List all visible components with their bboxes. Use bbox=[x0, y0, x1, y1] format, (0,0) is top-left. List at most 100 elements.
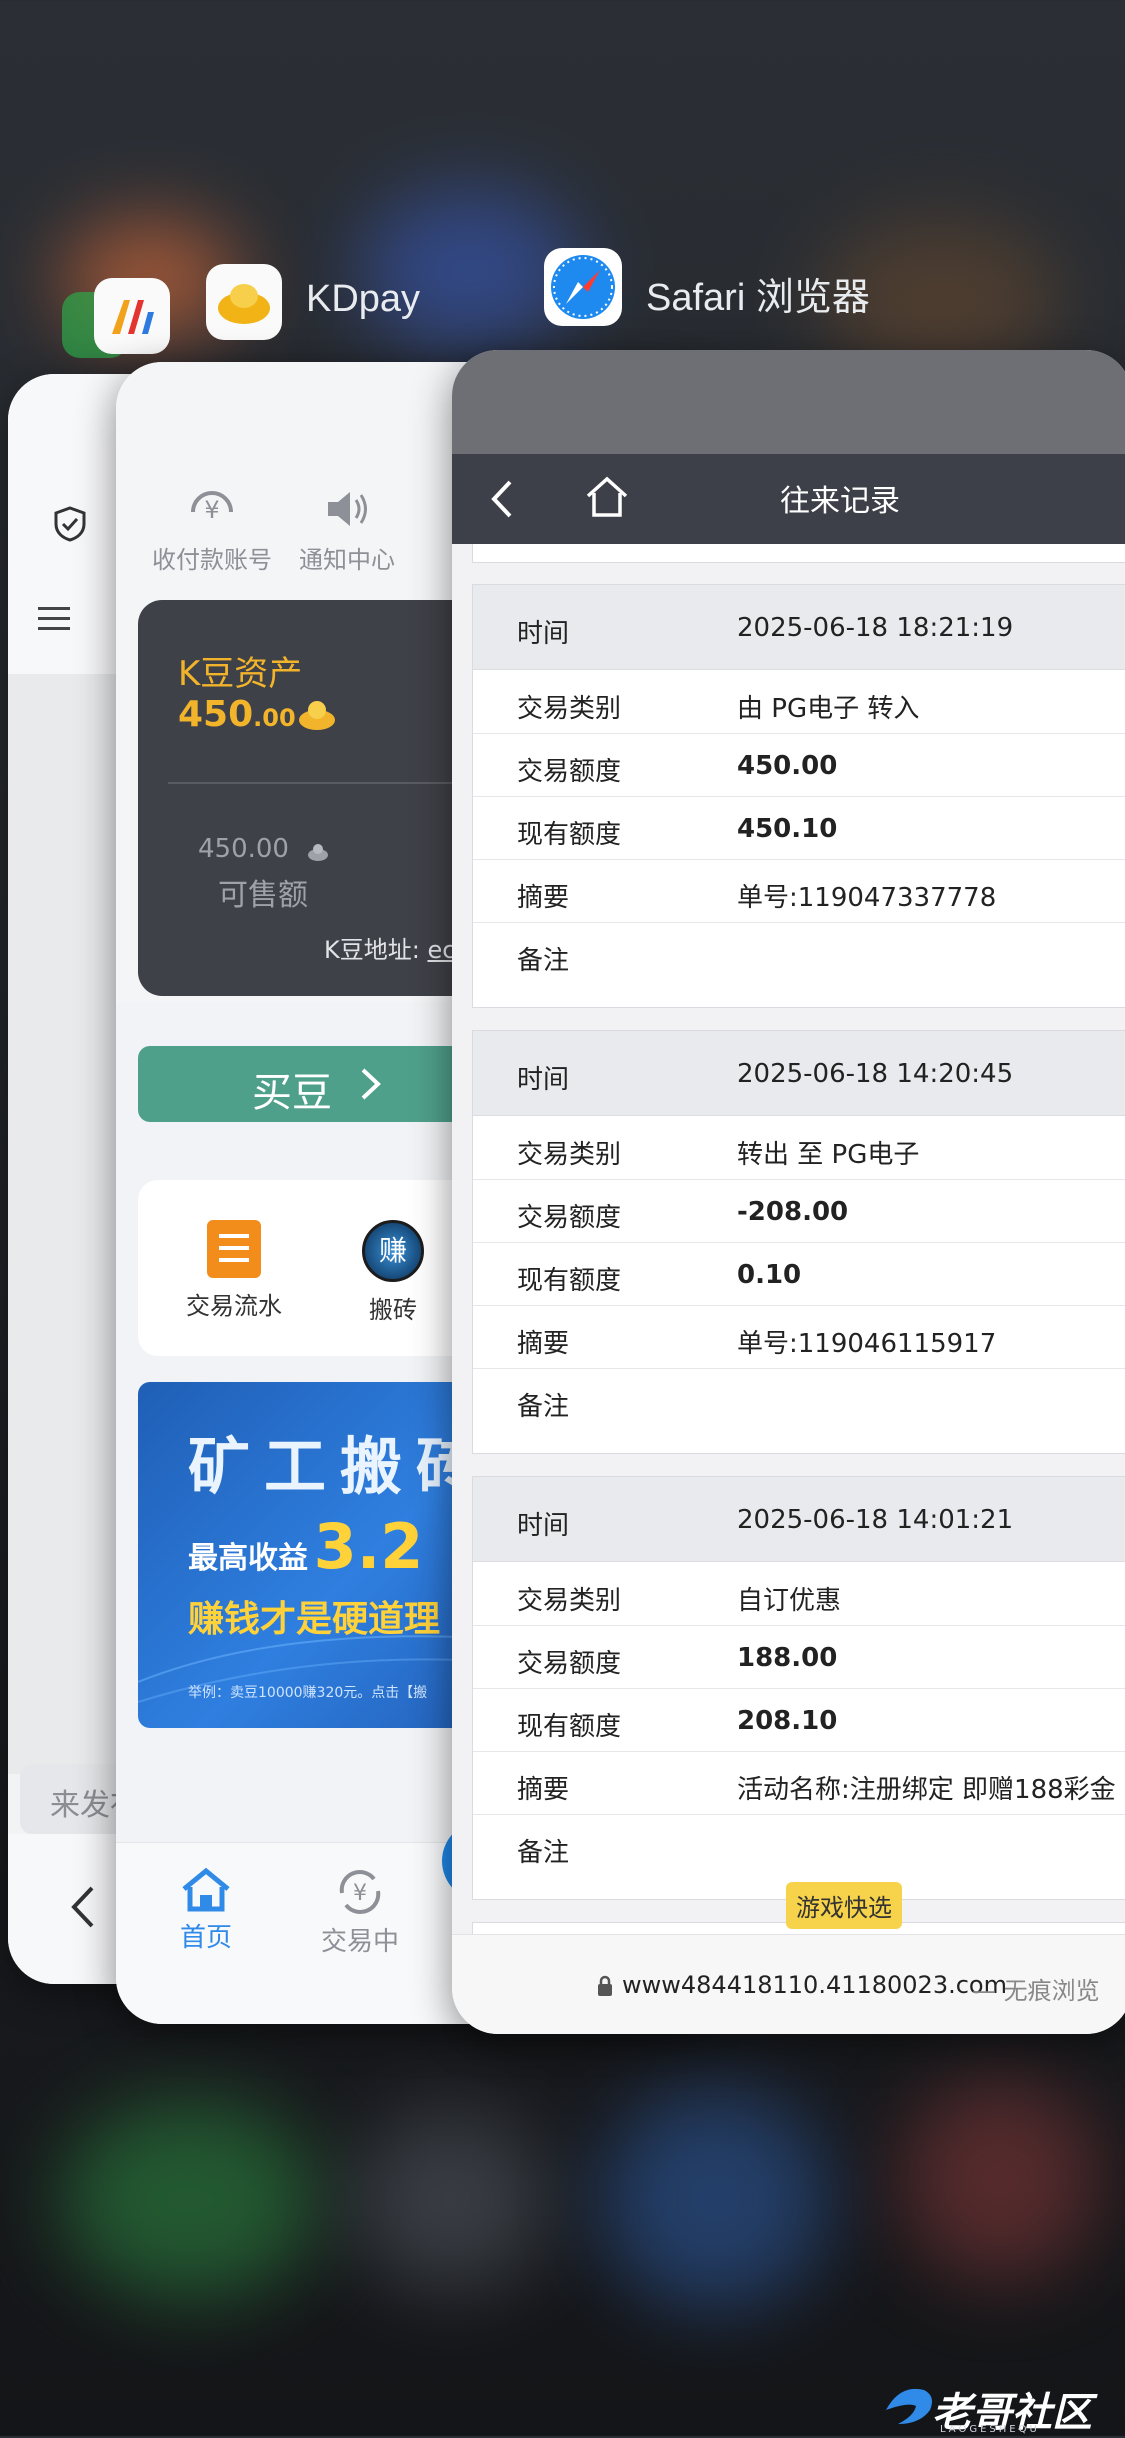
row-value: 由 PG电子 转入 bbox=[737, 694, 920, 724]
tab-trading-label: 交易中 bbox=[320, 1927, 399, 1957]
row-value: 转出 至 PG电子 bbox=[737, 1140, 920, 1170]
kdpay-app-icon[interactable] bbox=[206, 264, 282, 340]
app-glyph-icon bbox=[112, 300, 154, 334]
row-key: 备注 bbox=[517, 946, 570, 976]
background-blur bbox=[60, 2100, 320, 2300]
row-key: 摘要 bbox=[517, 883, 570, 913]
notification-center-button[interactable]: 通知中心 bbox=[272, 482, 422, 575]
payment-accounts-button[interactable]: ¥ 收付款账号 bbox=[132, 482, 292, 575]
background-blur bbox=[350, 2110, 550, 2290]
row-key: 现有额度 bbox=[517, 1712, 622, 1742]
safari-app-icon[interactable] bbox=[544, 248, 622, 326]
address-label: K豆地址: bbox=[324, 936, 420, 964]
row-value: 188.00 bbox=[737, 1643, 838, 1673]
time-value: 2025-06-18 18:21:19 bbox=[737, 613, 1014, 643]
time-value: 2025-06-18 14:01:21 bbox=[737, 1505, 1014, 1535]
row-key: 交易额度 bbox=[517, 757, 622, 787]
back-chevron-icon[interactable] bbox=[68, 1884, 98, 1930]
dragon-logo-icon bbox=[886, 2388, 932, 2424]
list-icon bbox=[207, 1220, 261, 1278]
background-blur bbox=[900, 2080, 1100, 2280]
earn-button[interactable]: 赚 搬砖 bbox=[338, 1220, 448, 1325]
page-title: 往来记录 bbox=[780, 484, 900, 519]
row-value: 450.10 bbox=[737, 814, 838, 844]
row-key: 交易额度 bbox=[517, 1203, 622, 1233]
asset-title: K豆资产 bbox=[178, 654, 303, 694]
row-value: -208.00 bbox=[737, 1197, 849, 1227]
row-value: 活动名称:注册绑定 即赠188彩金 bbox=[737, 1775, 1116, 1805]
record-row: 摘要 单号:119046115917 bbox=[473, 1305, 1125, 1369]
record-row: 备注 bbox=[473, 1814, 1125, 1877]
tab-trading[interactable]: ¥ 交易中 bbox=[300, 1867, 420, 1958]
lock-icon bbox=[598, 1975, 612, 1996]
banner-footnote: 举例：卖豆10000赚320元。点击【搬 bbox=[188, 1685, 428, 1701]
watermark-logo: 老哥社区 LAOGESHEQU bbox=[880, 2380, 1120, 2436]
row-key: 交易额度 bbox=[517, 1649, 622, 1679]
speaker-icon bbox=[328, 492, 367, 526]
safari-app-label: Safari 浏览器 bbox=[646, 277, 870, 319]
chevron-right-icon bbox=[361, 1068, 381, 1100]
k-bean-address[interactable]: K豆地址: ec bbox=[324, 930, 455, 965]
safari-app-card[interactable]: 往来记录 时间 2025-06-18 18:21:19 交易类别 由 PG电子 … bbox=[452, 350, 1125, 2034]
record-time-row: 时间 2025-06-18 14:01:21 bbox=[473, 1477, 1125, 1562]
row-value: 450.00 bbox=[737, 751, 838, 781]
row-value: 自订优惠 bbox=[737, 1586, 842, 1616]
available-label: 可售额 bbox=[218, 878, 308, 913]
row-value: 单号:119046115917 bbox=[737, 1329, 997, 1359]
row-key: 交易类别 bbox=[517, 694, 622, 724]
game-quick-select-button[interactable]: 游戏快选 bbox=[786, 1882, 902, 1929]
svg-text:¥: ¥ bbox=[204, 496, 219, 524]
banner-title: 矿工搬砖 bbox=[188, 1430, 493, 1503]
record-row: 现有额度 0.10 bbox=[473, 1242, 1125, 1306]
row-key: 摘要 bbox=[517, 1775, 570, 1805]
gold-ingot-icon bbox=[299, 701, 335, 730]
watermark-subtext: LAOGESHEQU bbox=[940, 2424, 1040, 2435]
exchange-yen-icon: ¥ bbox=[339, 1870, 381, 1914]
record-row: 摘要 活动名称:注册绑定 即赠188彩金 bbox=[473, 1751, 1125, 1815]
transaction-flow-button[interactable]: 交易流水 bbox=[164, 1220, 304, 1321]
notification-center-label: 通知中心 bbox=[299, 546, 395, 574]
gold-ingot-icon bbox=[218, 284, 270, 324]
gold-ingot-small-icon bbox=[308, 844, 328, 861]
menu-icon[interactable] bbox=[36, 604, 72, 634]
transaction-flow-label: 交易流水 bbox=[186, 1292, 282, 1320]
url-text: www484418110.41180023.com bbox=[622, 1971, 1007, 1999]
kdpay-app-label: KDpay bbox=[306, 278, 421, 320]
payment-accounts-label: 收付款账号 bbox=[152, 546, 272, 574]
record-row: 摘要 单号:119047337778 bbox=[473, 859, 1125, 923]
row-key: 交易类别 bbox=[517, 1140, 622, 1170]
record-row: 交易额度 188.00 bbox=[473, 1625, 1125, 1689]
earn-icon: 赚 bbox=[362, 1220, 424, 1282]
home-icon bbox=[182, 1867, 230, 1912]
record-row: 现有额度 208.10 bbox=[473, 1688, 1125, 1752]
safari-nav-bar: 往来记录 bbox=[452, 454, 1125, 544]
svg-text:¥: ¥ bbox=[353, 1881, 367, 1906]
records-list: 时间 2025-06-18 18:21:19 交易类别 由 PG电子 转入 交易… bbox=[452, 544, 1125, 1934]
row-key: 现有额度 bbox=[517, 820, 622, 850]
record-row: 现有额度 450.10 bbox=[473, 796, 1125, 860]
transaction-record: 时间 2025-06-18 18:21:19 交易类别 由 PG电子 转入 交易… bbox=[472, 584, 1125, 1008]
row-value: 0.10 bbox=[737, 1260, 802, 1290]
app-icon-unknown[interactable] bbox=[94, 278, 170, 354]
time-label: 时间 bbox=[517, 1065, 570, 1095]
earn-label: 搬砖 bbox=[369, 1296, 417, 1324]
time-label: 时间 bbox=[517, 1511, 570, 1541]
tab-home-label: 首页 bbox=[179, 1923, 232, 1953]
record-time-row: 时间 2025-06-18 18:21:19 bbox=[473, 585, 1125, 670]
tab-home[interactable]: 首页 bbox=[146, 1867, 266, 1954]
time-value: 2025-06-18 14:20:45 bbox=[737, 1059, 1014, 1089]
safari-status-bar bbox=[452, 350, 1125, 454]
row-key: 摘要 bbox=[517, 1329, 570, 1359]
yen-icon: ¥ bbox=[191, 491, 233, 524]
record-row: 备注 bbox=[473, 922, 1125, 985]
shield-check-icon[interactable] bbox=[50, 504, 90, 544]
private-browsing-label: — 无痕浏览 bbox=[972, 1977, 1100, 2005]
record-row: 交易额度 -208.00 bbox=[473, 1179, 1125, 1243]
asset-amount: 450.00 bbox=[178, 694, 296, 735]
time-label: 时间 bbox=[517, 619, 570, 649]
safari-address-bar[interactable]: www484418110.41180023.com — 无痕浏览 bbox=[452, 1934, 1125, 2034]
banner-subtitle-value: 3.2 bbox=[313, 1510, 424, 1583]
record-row: 交易额度 450.00 bbox=[473, 733, 1125, 797]
row-value: 单号:119047337778 bbox=[737, 883, 997, 913]
available-amount: 450.00 bbox=[198, 834, 289, 864]
